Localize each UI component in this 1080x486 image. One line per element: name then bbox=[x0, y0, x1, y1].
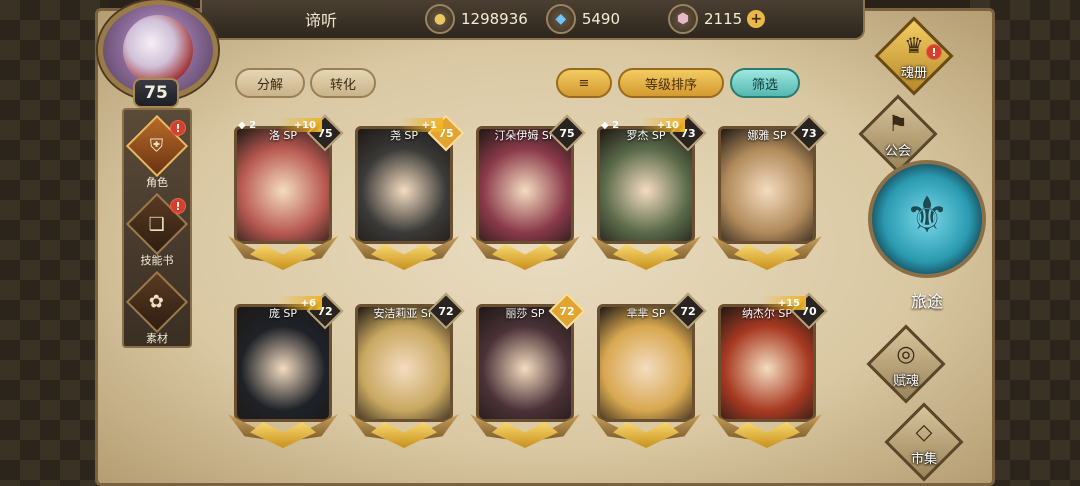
crystal-value: 2115 bbox=[704, 10, 743, 28]
hero-level: 72 bbox=[559, 304, 575, 318]
hero-card[interactable]: 丽莎 SP 72 bbox=[470, 292, 586, 456]
sort-order-button[interactable]: ≡ bbox=[556, 68, 612, 98]
hero-level: 72 bbox=[438, 304, 454, 318]
rank-diamond-tag: ◆ 2 bbox=[238, 119, 257, 131]
player-level-badge: 75 bbox=[133, 78, 179, 108]
guild-banner-icon: ⚑ bbox=[888, 112, 908, 137]
add-crystal-button[interactable]: + bbox=[747, 10, 766, 28]
nav-label: 魂册 bbox=[900, 66, 927, 81]
rank-star-icon bbox=[371, 244, 437, 270]
rank-star-icon bbox=[734, 244, 800, 270]
pink-crystal-icon: ⬢ bbox=[668, 4, 698, 34]
nav-label: 赋魂 bbox=[892, 374, 919, 389]
sort-icon: ≡ bbox=[578, 75, 590, 91]
gold-resource: ● 1298936 bbox=[425, 4, 528, 34]
enhance-tag: +10 bbox=[278, 118, 322, 132]
market-gem-icon: ◇ bbox=[915, 420, 933, 445]
resource-bar: 谛听 ● 1298936 ◆ 5490 ⬢ 2115 + bbox=[200, 0, 865, 40]
rank-star-icon bbox=[492, 244, 558, 270]
decompose-button[interactable]: 分解 bbox=[235, 68, 305, 98]
enhance-tag: +1 bbox=[399, 118, 443, 132]
level-sort-button[interactable]: 等级排序 bbox=[618, 68, 724, 98]
gem-resource: ◆ 5490 bbox=[545, 4, 620, 34]
nav-item-skillbook[interactable]: ❑ 技能书 ! bbox=[124, 192, 190, 268]
soul-book-icon: ♛ bbox=[904, 34, 924, 59]
hero-card[interactable]: 芈芈 SP 72 bbox=[591, 292, 707, 456]
hero-card[interactable]: 罗杰 SP 73 ◆ 2 +10 bbox=[591, 114, 707, 278]
alert-icon: ! bbox=[170, 120, 186, 136]
rank-star-icon bbox=[492, 422, 558, 448]
crystal-resource: ⬢ 2115 + bbox=[668, 4, 766, 34]
rank-star-icon bbox=[371, 422, 437, 448]
rank-star-icon bbox=[613, 422, 679, 448]
rank-count: 2 bbox=[249, 119, 257, 131]
hero-card[interactable]: 洛 SP 75 ◆ 2 +10 bbox=[228, 114, 344, 278]
hero-level: 75 bbox=[559, 126, 575, 140]
left-nav: ⛨ 角色 ! ❑ 技能书 ! ✿ 素材 bbox=[122, 108, 192, 348]
gem-value: 5490 bbox=[581, 10, 620, 28]
avatar-portrait bbox=[123, 15, 193, 85]
nav-item-character[interactable]: ⛨ 角色 ! bbox=[124, 114, 190, 190]
rank-diamond-tag: ◆ 2 bbox=[601, 119, 620, 131]
hero-card[interactable]: 庞 SP 72 +6 bbox=[228, 292, 344, 456]
nav-label: 旅途 bbox=[910, 292, 943, 311]
enhance-tag: +15 bbox=[762, 296, 806, 310]
rank-star-icon bbox=[250, 244, 316, 270]
nav-soul-infuse[interactable]: ◎ 赋魂 bbox=[858, 324, 954, 404]
hero-card[interactable]: 尧 SP 75 +1 bbox=[349, 114, 465, 278]
nav-journey[interactable]: ⚜ 旅途 bbox=[868, 160, 986, 311]
material-icon: ✿ bbox=[125, 270, 189, 334]
hero-card[interactable]: 纳杰尔 SP 70 +15 bbox=[712, 292, 828, 456]
rank-star-icon bbox=[250, 422, 316, 448]
hero-level: 73 bbox=[801, 126, 817, 140]
gold-value: 1298936 bbox=[461, 10, 528, 28]
journey-emblem-icon: ⚜ bbox=[904, 186, 950, 244]
hero-card[interactable]: 娜雅 SP 73 bbox=[712, 114, 828, 278]
player-name: 谛听 bbox=[305, 11, 338, 30]
alert-icon: ! bbox=[926, 44, 942, 60]
alert-icon: ! bbox=[170, 198, 186, 214]
hero-card[interactable]: 汀朵伊姆 SP 75 bbox=[470, 114, 586, 278]
nav-market[interactable]: ◇ 市集 bbox=[876, 402, 972, 482]
left-border-decoration bbox=[0, 0, 110, 486]
rank-count: 2 bbox=[612, 119, 620, 131]
nav-item-material[interactable]: ✿ 素材 bbox=[124, 270, 190, 346]
rank-star-icon bbox=[734, 422, 800, 448]
nav-soul-book[interactable]: ♛ 魂册 ! bbox=[866, 16, 962, 96]
nav-label: 公会 bbox=[884, 144, 911, 159]
gold-coin-icon: ● bbox=[425, 4, 455, 34]
enhance-tag: +10 bbox=[641, 118, 685, 132]
filter-button[interactable]: 筛选 bbox=[730, 68, 800, 98]
convert-button[interactable]: 转化 bbox=[310, 68, 376, 98]
rank-star-icon bbox=[613, 244, 679, 270]
blue-crystal-icon: ◆ bbox=[545, 4, 576, 34]
hero-card[interactable]: 安洁莉亚 SP 72 bbox=[349, 292, 465, 456]
hero-level: 72 bbox=[680, 304, 696, 318]
nav-label: 市集 bbox=[910, 452, 937, 467]
swirl-icon: ◎ bbox=[896, 342, 916, 367]
enhance-tag: +6 bbox=[278, 296, 322, 310]
